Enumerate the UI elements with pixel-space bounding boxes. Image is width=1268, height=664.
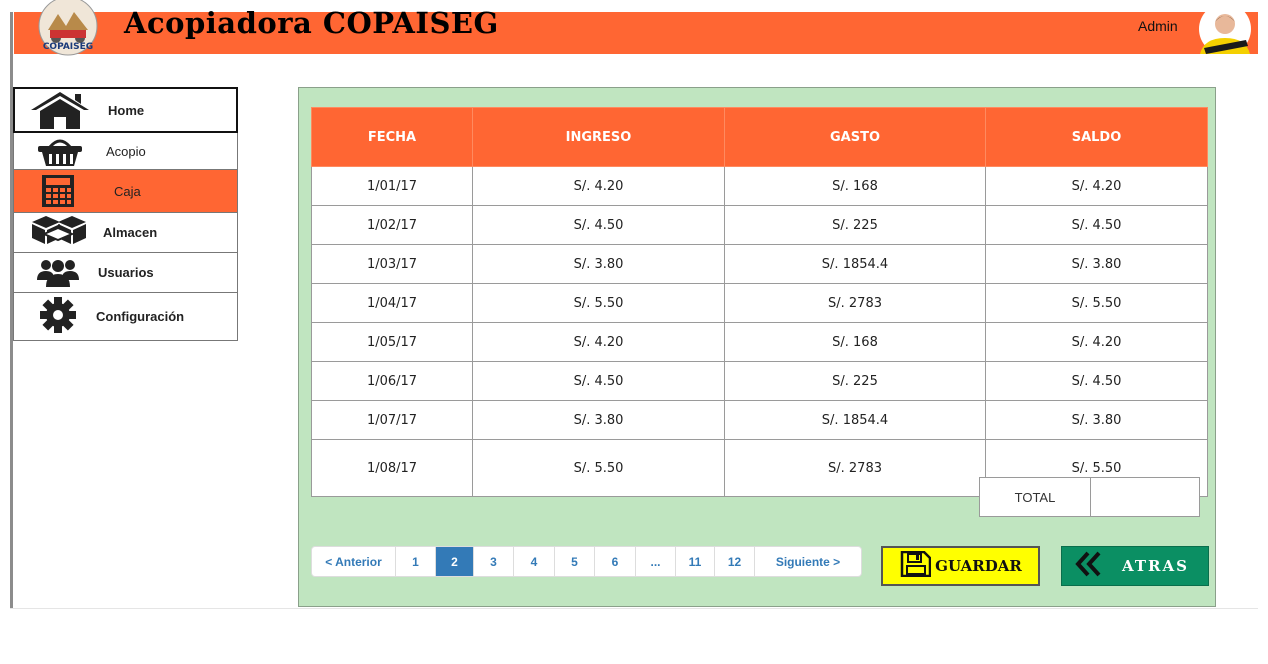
users-icon [36,256,80,293]
page-button[interactable]: 3 [474,547,514,576]
column-header-ingreso[interactable]: INGRESO [472,107,725,167]
svg-text:COPAISEG: COPAISEG [43,42,93,52]
cell-gasto: S/. 2783 [724,439,986,497]
cell-ingreso: S/. 4.50 [472,361,725,401]
cell-ingreso: S/. 5.50 [472,439,725,497]
user-avatar[interactable] [1198,3,1254,55]
sidebar-item-label: Home [108,103,145,118]
column-header-saldo[interactable]: SALDO [985,107,1208,167]
table-row[interactable]: 1/04/17 S/. 5.50 S/. 2783 S/. 5.50 [311,283,1208,323]
sidebar-item-acopio[interactable]: Acopio [13,133,238,170]
cell-fecha: 1/06/17 [311,361,473,401]
page-button-current[interactable]: 2 [436,547,474,576]
sidebar-item-usuarios[interactable]: Usuarios [13,253,238,293]
table-row[interactable]: 1/03/17 S/. 3.80 S/. 1854.4 S/. 3.80 [311,244,1208,284]
calculator-icon [40,174,76,213]
app-title: Acopiadora COPAISEG [124,6,499,40]
home-icon [29,90,91,135]
company-logo: COPAISEG [36,0,100,56]
page-button[interactable]: 4 [514,547,555,576]
back-button-label: ATRAS [1122,557,1189,575]
cell-saldo: S/. 4.20 [985,166,1208,206]
cell-gasto: S/. 168 [724,166,986,206]
sidebar-item-label: Configuración [96,309,185,324]
cell-fecha: 1/05/17 [311,322,473,362]
table-row[interactable]: 1/06/17 S/. 4.50 S/. 225 S/. 4.50 [311,361,1208,401]
floppy-disk-icon [899,550,932,581]
cell-ingreso: S/. 4.20 [472,322,725,362]
cell-saldo: S/. 4.50 [985,361,1208,401]
double-chevron-left-icon [1074,551,1102,581]
table-row[interactable]: 1/02/17 S/. 4.50 S/. 225 S/. 4.50 [311,205,1208,245]
table-row[interactable]: 1/07/17 S/. 3.80 S/. 1854.4 S/. 3.80 [311,400,1208,440]
save-button-label: GUARDAR [935,557,1022,575]
page-button[interactable]: 11 [676,547,715,576]
cash-table: FECHA INGRESO GASTO SALDO 1/01/17 S/. 4.… [311,107,1208,497]
back-button[interactable]: ATRAS [1061,546,1209,586]
save-button[interactable]: GUARDAR [881,546,1040,586]
cell-saldo: S/. 3.80 [985,400,1208,440]
sidebar-item-configuracion[interactable]: Configuración [13,293,238,341]
column-header-gasto[interactable]: GASTO [724,107,986,167]
cell-gasto: S/. 168 [724,322,986,362]
cell-gasto: S/. 225 [724,361,986,401]
cell-fecha: 1/07/17 [311,400,473,440]
page-button[interactable]: 5 [555,547,595,576]
cell-ingreso: S/. 3.80 [472,400,725,440]
user-label[interactable]: Admin [1138,18,1178,34]
cell-saldo: S/. 5.50 [985,283,1208,323]
sidebar-item-almacen[interactable]: Almacen [13,213,238,253]
page-button[interactable]: 6 [595,547,636,576]
cell-fecha: 1/02/17 [311,205,473,245]
basket-icon [36,135,84,172]
sidebar-item-label: Usuarios [98,265,154,280]
bottom-border-rule [10,608,1258,609]
sidebar-nav: Home Acopio Caja Almacen Usuarios Config… [13,87,238,341]
pagination-next-button[interactable]: Siguiente > [755,547,861,576]
cell-saldo: S/. 4.50 [985,205,1208,245]
total-value [1091,478,1199,516]
cell-saldo: S/. 3.80 [985,244,1208,284]
cell-ingreso: S/. 4.20 [472,166,725,206]
cell-saldo: S/. 4.20 [985,322,1208,362]
cell-fecha: 1/01/17 [311,166,473,206]
gear-icon [38,297,78,338]
cell-gasto: S/. 1854.4 [724,400,986,440]
total-row: TOTAL [979,477,1200,517]
page-ellipsis: ... [636,547,676,576]
page-button[interactable]: 12 [715,547,755,576]
sidebar-item-label: Almacen [103,225,158,240]
cell-gasto: S/. 2783 [724,283,986,323]
sidebar-item-home[interactable]: Home [13,87,238,133]
table-row[interactable]: 1/05/17 S/. 4.20 S/. 168 S/. 4.20 [311,322,1208,362]
cell-gasto: S/. 225 [724,205,986,245]
cell-ingreso: S/. 3.80 [472,244,725,284]
sidebar-item-caja[interactable]: Caja [13,170,238,213]
sidebar-item-label: Caja [114,184,141,199]
pagination: < Anterior 1 2 3 4 5 6 ... 11 12 Siguien… [311,546,862,577]
cell-fecha: 1/04/17 [311,283,473,323]
cell-ingreso: S/. 5.50 [472,283,725,323]
sidebar-item-label: Acopio [106,144,146,159]
cell-ingreso: S/. 4.50 [472,205,725,245]
table-header-row: FECHA INGRESO GASTO SALDO [311,107,1208,167]
page-button[interactable]: 1 [396,547,436,576]
pagination-prev-button[interactable]: < Anterior [312,547,396,576]
cell-fecha: 1/08/17 [311,439,473,497]
total-label: TOTAL [980,478,1091,516]
boxes-icon [28,214,90,255]
column-header-fecha[interactable]: FECHA [311,107,473,167]
cell-gasto: S/. 1854.4 [724,244,986,284]
table-row[interactable]: 1/01/17 S/. 4.20 S/. 168 S/. 4.20 [311,166,1208,206]
cell-fecha: 1/03/17 [311,244,473,284]
